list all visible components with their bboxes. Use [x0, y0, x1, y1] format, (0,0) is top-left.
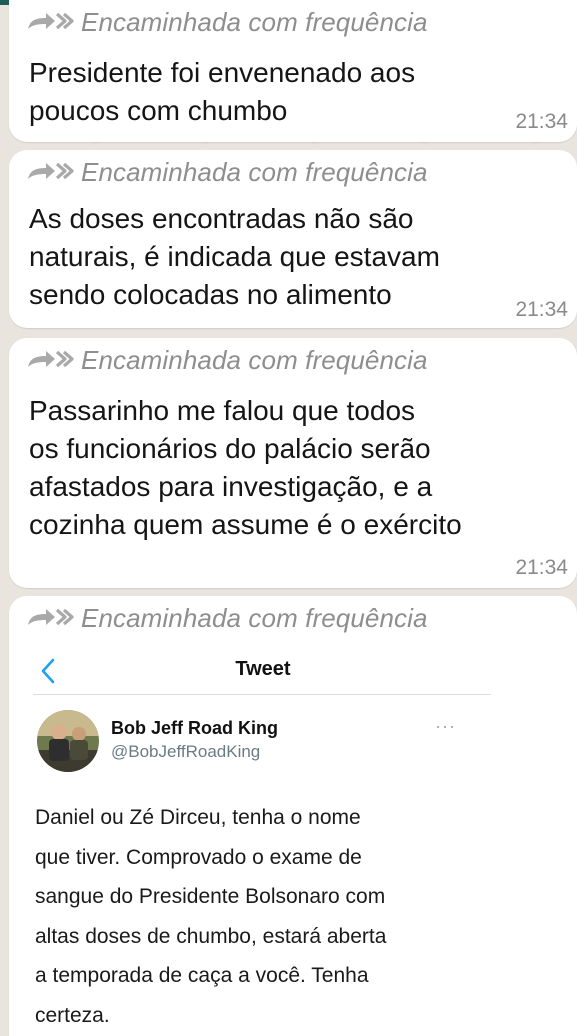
- forwarded-arrows-icon: [28, 608, 74, 626]
- forwarded-text: Encaminhada com frequência: [81, 156, 428, 187]
- forwarded-text: Encaminhada com frequência: [81, 6, 428, 37]
- tweet-header-title: Tweet: [235, 658, 291, 680]
- message-time: 21:34: [515, 556, 568, 579]
- message-time: 21:34: [515, 298, 568, 321]
- avatar: [37, 710, 99, 772]
- forwarded-arrows-icon: [28, 12, 74, 30]
- tweet-author-name: Bob Jeff Road King: [111, 718, 278, 738]
- message-bubble-4[interactable]: Encaminhada com frequência Tweet Bob Jef…: [9, 596, 577, 1036]
- message-bubble-2[interactable]: Encaminhada com frequência As doses enco…: [9, 150, 577, 328]
- forwarded-label: Encaminhada com frequência: [26, 602, 428, 634]
- forwarded-text: Encaminhada com frequência: [81, 602, 428, 633]
- forwarded-arrows-icon: [28, 162, 74, 180]
- tweet-screenshot[interactable]: Tweet Bob Jeff Road King @BobJeffRoadKin…: [25, 642, 501, 1036]
- forwarded-label: Encaminhada com frequência: [26, 344, 428, 376]
- more-options-icon: ···: [435, 716, 456, 736]
- forwarded-label: Encaminhada com frequência: [26, 156, 428, 188]
- tweet-body-text: Daniel ou Zé Dirceu, tenha o nome que ti…: [35, 806, 387, 1027]
- message-time: 21:34: [515, 110, 568, 133]
- message-bubble-1[interactable]: Encaminhada com frequência Presidente fo…: [9, 0, 577, 142]
- forwarded-arrows-icon: [28, 350, 74, 368]
- tweet-author-handle: @BobJeffRoadKing: [111, 742, 261, 761]
- message-text: Passarinho me falou que todos os funcion…: [29, 395, 462, 540]
- message-text: As doses encontradas não são naturais, é…: [29, 203, 440, 310]
- message-text: Presidente foi envenenado aos poucos com…: [29, 57, 416, 126]
- forwarded-label: Encaminhada com frequência: [26, 6, 428, 38]
- forwarded-text: Encaminhada com frequência: [81, 344, 428, 375]
- tweet-divider: [33, 694, 491, 695]
- message-bubble-3[interactable]: Encaminhada com frequência Passarinho me…: [9, 338, 577, 588]
